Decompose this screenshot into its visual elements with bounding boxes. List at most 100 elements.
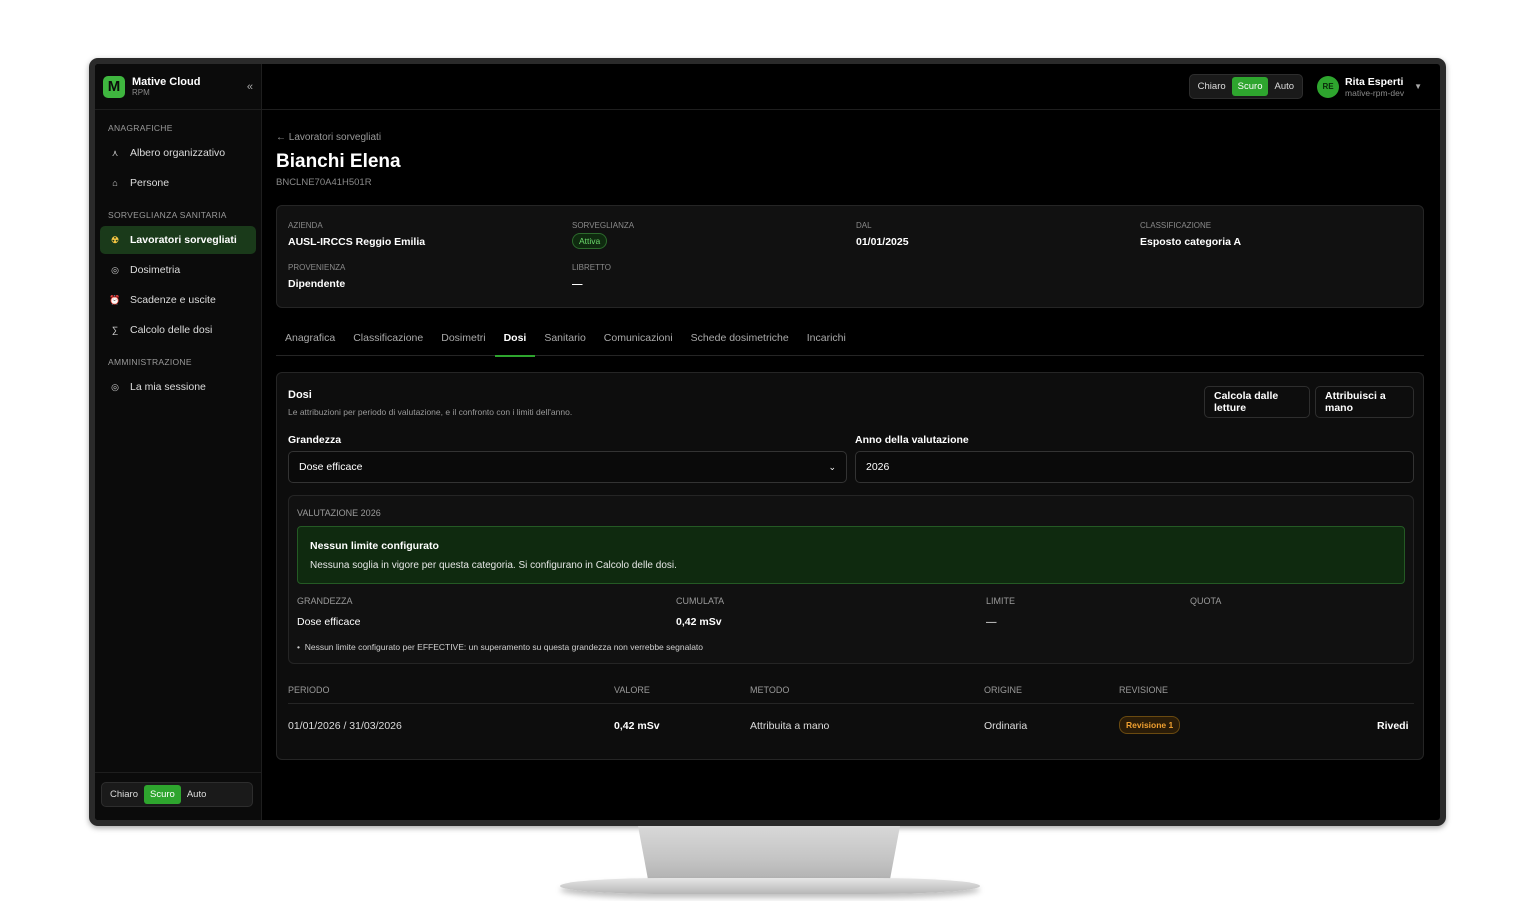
- tab-bar: Anagrafica Classificazione Dosimetri Dos…: [276, 327, 1424, 357]
- tab-dosi[interactable]: Dosi: [494, 327, 536, 357]
- theme-auto-button[interactable]: Auto: [1268, 77, 1300, 96]
- col-header-periodo: PERIODO: [288, 685, 330, 695]
- cell-cumulata: 0,42 mSv: [676, 616, 722, 628]
- valutazione-panel: VALUTAZIONE 2026 Nessun limite configura…: [288, 495, 1414, 664]
- user-name: Rita Esperti: [1345, 75, 1404, 88]
- warning-note: • Nessun limite configurato per EFFECTIV…: [297, 642, 704, 652]
- sigma-icon: ∑: [111, 325, 119, 335]
- tab-sanitario[interactable]: Sanitario: [535, 327, 594, 356]
- sidebar-footer: Chiaro Scuro Auto: [95, 772, 261, 820]
- theme-dark-button[interactable]: Scuro: [144, 785, 181, 804]
- col-header-metodo: METODO: [750, 685, 790, 695]
- theme-light-button[interactable]: Chiaro: [104, 785, 144, 804]
- theme-light-button[interactable]: Chiaro: [1192, 77, 1232, 96]
- sidebar-item-scadenze-e-uscite[interactable]: ⏰ Scadenze e uscite: [100, 286, 256, 314]
- grandezza-selected-value: Dose efficace: [299, 461, 363, 473]
- avatar: RE: [1317, 75, 1340, 98]
- main-content: ← Lavoratori sorvegliati Bianchi Elena B…: [276, 110, 1424, 760]
- col-header-valore: VALORE: [614, 685, 650, 695]
- alarm-icon: ⏰: [109, 294, 121, 305]
- sidebar-item-label: Albero organizzativo: [130, 147, 226, 159]
- tab-anagrafica[interactable]: Anagrafica: [276, 327, 344, 356]
- fiscal-code: BNCLNE70A41H501R: [276, 177, 372, 188]
- dosi-card: Dosi Le attribuzioni per periodo di valu…: [276, 372, 1424, 760]
- anno-input[interactable]: 2026: [855, 451, 1414, 483]
- field-label: CLASSIFICAZIONE: [1140, 221, 1212, 230]
- sidebar: M Mative Cloud RPM « ANAGRAFICHE ⋏ Alber…: [95, 64, 262, 820]
- sidebar-item-calcolo-delle-dosi[interactable]: ∑ Calcolo delle dosi: [100, 316, 256, 344]
- attribuisci-a-mano-button[interactable]: Attribuisci a mano: [1315, 386, 1414, 418]
- field-value: —: [572, 278, 583, 290]
- revision-badge: Revisione 1: [1119, 716, 1181, 734]
- collapse-sidebar-icon[interactable]: «: [247, 81, 253, 93]
- col-header-quota: QUOTA: [1190, 596, 1222, 606]
- sidebar-item-lavoratori-sorvegliati[interactable]: ☢ Lavoratori sorvegliati: [100, 226, 256, 254]
- page-title: Bianchi Elena: [276, 151, 401, 172]
- field-value: AUSL-IRCCS Reggio Emilia: [288, 236, 426, 248]
- cell-limite: —: [986, 616, 997, 628]
- sidebar-item-dosimetria[interactable]: ◎ Dosimetria: [100, 256, 256, 284]
- field-value: Dipendente: [288, 278, 346, 290]
- nav-section-anagrafiche: ANAGRAFICHE: [108, 123, 173, 133]
- chevron-down-icon: ⌄: [828, 461, 836, 472]
- field-dal: DAL 01/01/2025: [856, 221, 909, 248]
- sidebar-item-label: Dosimetria: [130, 264, 181, 276]
- screen: M Mative Cloud RPM « ANAGRAFICHE ⋏ Alber…: [95, 64, 1440, 820]
- user-menu[interactable]: RE Rita Esperti mative-rpm-dev ▼: [1317, 75, 1422, 98]
- theme-dark-button[interactable]: Scuro: [1231, 77, 1269, 96]
- sidebar-item-persone[interactable]: ⌂ Persone: [100, 169, 256, 197]
- field-label: AZIENDA: [288, 221, 323, 230]
- mative-logo-icon: M: [103, 75, 125, 98]
- col-header-grandezza: GRANDEZZA: [297, 596, 353, 606]
- session-icon: ◎: [111, 381, 119, 392]
- tab-comunicazioni[interactable]: Comunicazioni: [595, 327, 682, 356]
- anno-value: 2026: [866, 461, 890, 473]
- sidebar-item-la-mia-sessione[interactable]: ◎ La mia sessione: [100, 373, 256, 401]
- tab-classificazione[interactable]: Classificazione: [344, 327, 432, 356]
- field-sorveglianza: SORVEGLIANZA Attiva: [572, 221, 634, 249]
- sidebar-item-albero-organizzativo[interactable]: ⋏ Albero organizzativo: [100, 139, 256, 167]
- field-label: DAL: [856, 221, 872, 230]
- tab-schede-dosimetriche[interactable]: Schede dosimetriche: [682, 327, 798, 356]
- cell-origine: Ordinaria: [984, 720, 1028, 732]
- radiation-icon: ☢: [110, 234, 120, 245]
- monitor-frame: M Mative Cloud RPM « ANAGRAFICHE ⋏ Alber…: [89, 58, 1446, 826]
- field-label: SORVEGLIANZA: [572, 221, 635, 230]
- topbar: Chiaro Scuro Auto RE Rita Esperti mative…: [262, 64, 1440, 110]
- monitor-stand-neck: [638, 826, 900, 882]
- alert-text: Nessuna soglia in vigore per questa cate…: [310, 560, 677, 571]
- nav-section-sorveglianza: SORVEGLIANZA SANITARIA: [108, 210, 227, 220]
- cell-metodo: Attribuita a mano: [750, 720, 830, 732]
- card-description: Le attribuzioni per periodo di valutazio…: [288, 407, 573, 417]
- theme-auto-button[interactable]: Auto: [181, 785, 213, 804]
- sidebar-item-label: Persone: [130, 177, 170, 189]
- tab-dosimetri[interactable]: Dosimetri: [432, 327, 494, 356]
- field-classificazione: CLASSIFICAZIONE Esposto categoria A: [1140, 221, 1241, 248]
- nav-section-amministrazione: AMMINISTRAZIONE: [108, 357, 192, 367]
- calcola-dalle-letture-button[interactable]: Calcola dalle letture: [1204, 386, 1310, 418]
- col-header-origine: ORIGINE: [984, 685, 1023, 695]
- monitor-stand-base: [560, 878, 980, 894]
- grandezza-select[interactable]: Dose efficace ⌄: [288, 451, 847, 483]
- col-header-cumulata: CUMULATA: [676, 596, 725, 606]
- rivedi-button[interactable]: Rivedi: [1377, 720, 1409, 732]
- sidebar-item-label: La mia sessione: [130, 381, 206, 393]
- chevron-down-icon: ▼: [1414, 82, 1422, 91]
- field-provenienza: PROVENIENZA Dipendente: [288, 263, 345, 290]
- table-divider: [288, 703, 1414, 704]
- brand-name: Mative Cloud: [132, 76, 201, 88]
- col-header-limite: LIMITE: [986, 596, 1016, 606]
- valutazione-title: VALUTAZIONE 2026: [297, 508, 381, 518]
- tab-incarichi[interactable]: Incarichi: [798, 327, 855, 356]
- org-tree-icon: ⋏: [111, 147, 119, 158]
- back-link[interactable]: ← Lavoratori sorvegliati: [276, 132, 1424, 143]
- brand: M Mative Cloud RPM «: [95, 64, 261, 110]
- card-title: Dosi: [288, 389, 312, 401]
- field-value: Esposto categoria A: [1140, 236, 1242, 248]
- person-icon: ⌂: [112, 178, 118, 188]
- dosimeter-icon: ◎: [111, 264, 119, 275]
- user-sub: mative-rpm-dev: [1345, 87, 1405, 98]
- theme-toggle-top: Chiaro Scuro Auto: [1188, 74, 1304, 99]
- theme-toggle-sidebar: Chiaro Scuro Auto: [101, 782, 253, 807]
- field-azienda: AZIENDA AUSL-IRCCS Reggio Emilia: [288, 221, 425, 248]
